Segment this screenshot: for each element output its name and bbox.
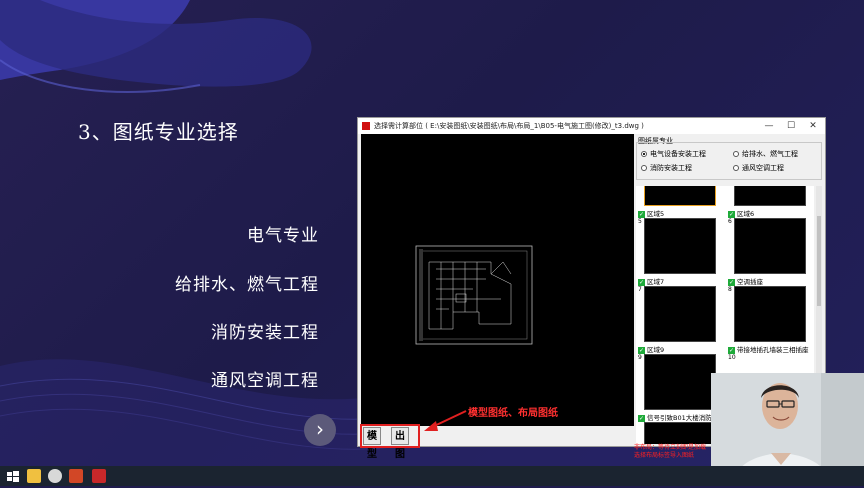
thumbnail-number: 9 <box>638 354 642 361</box>
radio-unselected-icon <box>733 151 739 157</box>
thumbnail-number: 6 <box>728 218 732 225</box>
maximize-button[interactable]: ☐ <box>780 118 802 134</box>
app-icon <box>362 122 370 130</box>
file-explorer-icon[interactable] <box>27 469 41 483</box>
radio-selected-icon <box>641 151 647 157</box>
powerpoint-icon[interactable] <box>69 469 83 483</box>
thumbnail-number: 8 <box>728 286 732 293</box>
radio-electrical[interactable]: 电气设备安装工程 <box>641 149 706 159</box>
option-hvac: 通风空调工程 <box>211 371 319 391</box>
thumbnail-image[interactable] <box>734 186 806 206</box>
thumbnail-scrollbar[interactable] <box>816 186 822 392</box>
checkbox-checked-icon: ✓ <box>638 346 645 354</box>
window-titlebar: 选择需计算部位 ( E:\安装图纸\安装图纸\布局\布局_1\B05-电气施工图… <box>358 118 825 134</box>
layout-warning: 非布局：等待立刻即是加载 选择布局标签导入图纸 <box>634 444 707 459</box>
thumbnail-label[interactable]: ✓ 信号引致B01大楼消防控 <box>638 412 718 422</box>
thumbnail-image[interactable] <box>644 422 716 444</box>
checkbox-checked-icon: ✓ <box>638 210 645 218</box>
radio-unselected-icon <box>733 165 739 171</box>
cad-app-icon[interactable] <box>92 469 106 483</box>
highlight-box <box>360 424 420 448</box>
option-fire: 消防安装工程 <box>211 323 319 343</box>
radio-hvac[interactable]: 通风空调工程 <box>733 163 784 173</box>
thumbnail-number: 7 <box>638 286 642 293</box>
thumbnail-image[interactable] <box>644 218 716 274</box>
thumbnail-label[interactable]: ✓ 带接地插孔墙装三相插座 <box>728 344 809 354</box>
windows-start-icon[interactable] <box>6 469 20 483</box>
thumbnail-image[interactable] <box>734 286 806 342</box>
checkbox-checked-icon: ✓ <box>728 278 735 286</box>
thumbnail-number: 5 <box>638 218 642 225</box>
windows-taskbar <box>0 466 864 486</box>
thumbnail-image[interactable] <box>734 218 806 274</box>
option-water-gas: 给排水、燃气工程 <box>175 275 319 295</box>
checkbox-checked-icon: ✓ <box>638 414 645 422</box>
radio-fire[interactable]: 消防安装工程 <box>641 163 692 173</box>
checkbox-checked-icon: ✓ <box>638 278 645 286</box>
drawing-canvas[interactable] <box>361 134 634 426</box>
floor-plan-drawing <box>415 245 533 345</box>
next-slide-button[interactable]: › <box>304 414 336 446</box>
browser-icon[interactable] <box>48 469 62 483</box>
thumbnail-label[interactable]: ✓ 区域7 <box>638 276 664 286</box>
annotation-text: 模型图纸、布局图纸 <box>468 408 558 419</box>
radio-unselected-icon <box>641 165 647 171</box>
close-button[interactable]: ✕ <box>802 118 824 134</box>
thumbnail-label[interactable]: ✓ 区域9 <box>638 344 664 354</box>
decorative-wave-top <box>0 0 312 93</box>
thumbnail-image[interactable] <box>644 286 716 342</box>
thumbnail-number: 10 <box>728 354 736 361</box>
thumbnail-label[interactable]: ✓ 区域6 <box>728 208 754 218</box>
checkbox-checked-icon: ✓ <box>728 210 735 218</box>
option-electrical: 电气专业 <box>247 226 319 246</box>
thumbnail-image[interactable] <box>644 354 716 410</box>
scrollbar-thumb[interactable] <box>817 216 821 306</box>
radio-water-gas[interactable]: 给排水、燃气工程 <box>733 149 798 159</box>
chevron-right-icon: › <box>316 417 324 441</box>
slide-title: 3、图纸专业选择 <box>78 120 239 144</box>
thumbnail-label[interactable]: ✓ 区域5 <box>638 208 664 218</box>
checkbox-checked-icon: ✓ <box>728 346 735 354</box>
window-title: 选择需计算部位 ( E:\安装图纸\安装图纸\布局\布局_1\B05-电气施工图… <box>374 122 644 130</box>
thumbnail-label[interactable]: ✓ 空调插座 <box>728 276 763 286</box>
thumbnail-image[interactable] <box>644 186 716 206</box>
minimize-button[interactable]: — <box>758 118 780 134</box>
discipline-group: 电气设备安装工程 给排水、燃气工程 消防安装工程 通风空调工程 <box>636 142 822 180</box>
